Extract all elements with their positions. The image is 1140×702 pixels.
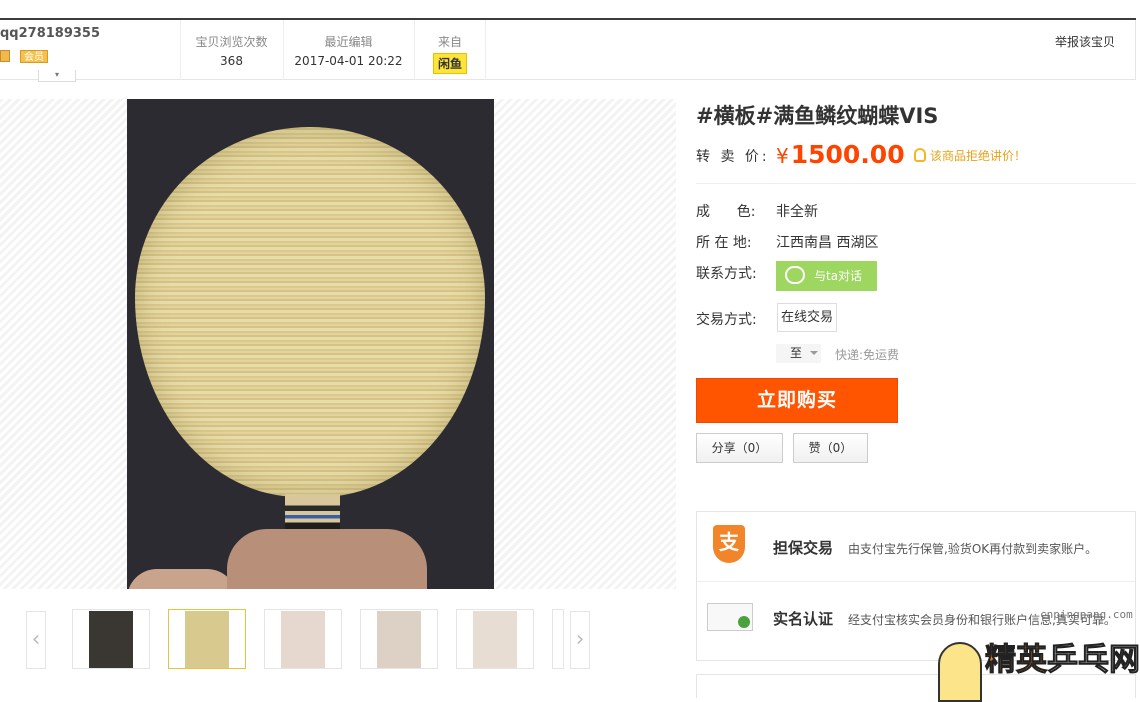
stat-last-edited: 最近编辑 2017-04-01 20:22 xyxy=(283,20,413,80)
seller-info-bar: qq278189355 会员 ▾ 宝贝浏览次数 368 最近编辑 2017-04… xyxy=(0,20,1136,82)
escrow-row: 支 担保交易 由支付宝先行保管,验货OK再付款到卖家账户。 xyxy=(697,512,1135,582)
condition-row: 成 色: 非全新 xyxy=(696,201,818,221)
stat-source: 来自 闲鱼 xyxy=(414,20,486,80)
stat-views-label: 宝贝浏览次数 xyxy=(195,35,268,49)
site-watermark: cnpingpang.com 精英乒乓网 xyxy=(938,600,1140,702)
escrow-desc: 由支付宝先行保管,验货OK再付款到卖家账户。 xyxy=(848,542,1098,556)
location-row: 所 在 地: 江西南昌 西湖区 xyxy=(696,232,878,252)
thumbnail-image xyxy=(473,611,517,668)
trade-row: 交易方式: xyxy=(696,309,776,329)
condition-value: 非全新 xyxy=(776,204,818,220)
condition-label: 成 色: xyxy=(696,204,756,220)
thumbnail[interactable] xyxy=(264,609,342,669)
thumb-next-arrow-icon[interactable]: › xyxy=(570,611,590,669)
thumbnail-image xyxy=(89,611,133,668)
chat-button-label: 与ta对话 xyxy=(814,269,863,283)
like-button[interactable]: 赞（0） xyxy=(793,433,868,463)
thumbnail-strip: ‹ › xyxy=(26,609,596,669)
ship-to-select[interactable]: 至 xyxy=(776,344,821,363)
thumbnail-image xyxy=(377,611,421,668)
watermark-url: cnpingpang.com xyxy=(1040,608,1133,621)
stat-views-value: 368 xyxy=(220,54,243,68)
lightbulb-icon xyxy=(914,148,926,162)
location-label: 所 在 地: xyxy=(696,235,752,251)
escrow-title: 担保交易 xyxy=(773,539,834,557)
chevron-down-icon xyxy=(810,351,818,355)
price-value: ¥1500.00 xyxy=(776,140,905,169)
seller-dropdown-toggle[interactable]: ▾ xyxy=(38,70,76,82)
thumbnail[interactable] xyxy=(456,609,534,669)
stat-views: 宝贝浏览次数 368 xyxy=(180,20,282,80)
location-value: 江西南昌 西湖区 xyxy=(776,235,879,251)
mascot-icon xyxy=(938,642,982,702)
watermark-text-2: 乒乓网 xyxy=(1047,642,1140,679)
thumb-prev-arrow-icon[interactable]: ‹ xyxy=(26,611,46,669)
no-bargain-note: 该商品拒绝讲价！ xyxy=(914,147,1026,164)
watermark-logo: 精英乒乓网 xyxy=(985,634,1140,679)
contact-label: 联系方式: xyxy=(696,266,757,282)
currency-symbol: ¥ xyxy=(776,144,789,168)
alipay-shield-icon: 支 xyxy=(713,525,745,563)
stat-source-label: 来自 xyxy=(437,35,462,49)
thumbnail[interactable] xyxy=(72,609,150,669)
price-label: 转 卖 价: xyxy=(696,149,770,165)
report-item-link[interactable]: 举报该宝贝 xyxy=(1055,33,1115,50)
no-bargain-text: 该商品拒绝讲价！ xyxy=(930,149,1027,163)
member-badge: 会员 xyxy=(20,50,48,63)
xianyu-logo: 闲鱼 xyxy=(432,53,467,74)
thumbnail-partial[interactable] xyxy=(552,609,564,669)
id-verified-icon xyxy=(707,603,753,631)
contact-row: 联系方式: xyxy=(696,263,776,283)
chat-bubble-icon xyxy=(785,266,805,284)
trade-method-option[interactable]: 在线交易 xyxy=(777,303,837,332)
thumbnail-image xyxy=(281,611,325,668)
trade-label: 交易方式: xyxy=(696,312,757,328)
shipping-info: 快递:免运费 xyxy=(835,348,900,362)
watermark-text-1: 精英 xyxy=(985,642,1048,679)
product-title: #横板#满鱼鳞纹蝴蝶VIS xyxy=(696,104,939,128)
thumbnail[interactable] xyxy=(360,609,438,669)
thumbnail-active[interactable] xyxy=(168,609,246,669)
check-icon xyxy=(738,616,750,628)
verified-title: 实名认证 xyxy=(773,610,834,628)
id-card-icon xyxy=(0,50,10,62)
chat-button[interactable]: 与ta对话 xyxy=(776,261,877,291)
seller-name[interactable]: qq278189355 xyxy=(0,26,100,41)
hand-left xyxy=(127,569,237,589)
racket-blade xyxy=(135,127,485,497)
buy-now-button[interactable]: 立即购买 xyxy=(696,378,898,423)
product-photo xyxy=(127,99,494,589)
stat-edited-label: 最近编辑 xyxy=(324,35,373,49)
share-button[interactable]: 分享（0） xyxy=(696,433,783,463)
hand xyxy=(227,529,427,589)
thumbnail-image xyxy=(185,611,229,668)
ship-to-value: 至 xyxy=(790,346,803,360)
price-amount: 1500.00 xyxy=(790,140,905,169)
main-image-viewer[interactable] xyxy=(0,99,676,589)
stat-edited-value: 2017-04-01 20:22 xyxy=(294,54,403,68)
divider xyxy=(696,183,1136,184)
